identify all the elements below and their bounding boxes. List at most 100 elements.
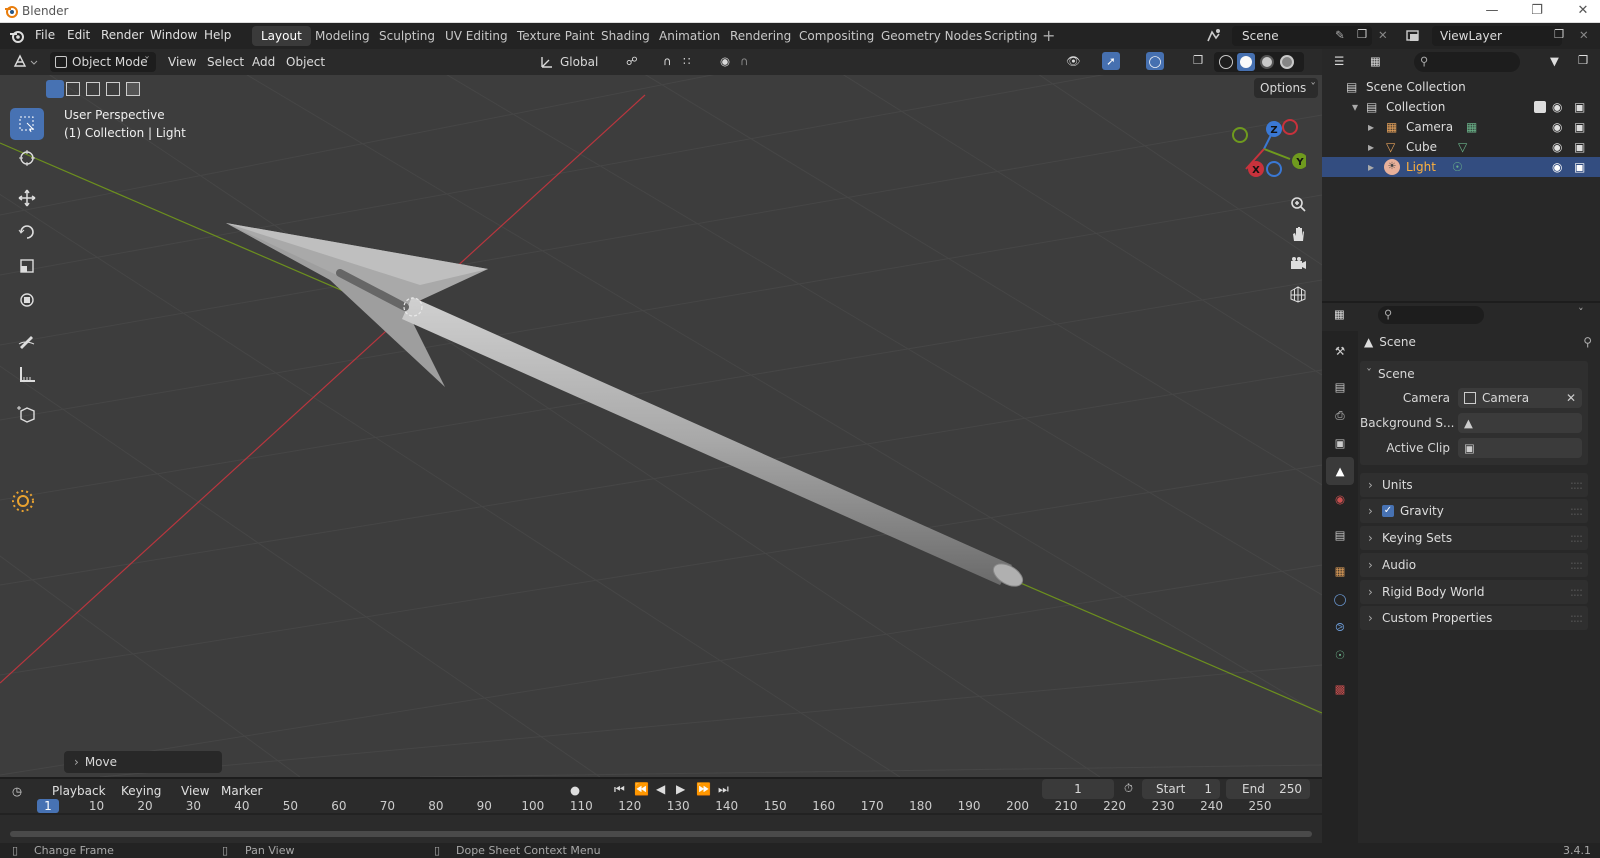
sun-light-icon[interactable]: [10, 488, 36, 514]
panel-keying-sets[interactable]: › Keying Sets::::: [1360, 526, 1588, 550]
viewport-scene[interactable]: [0, 75, 1322, 777]
properties-editor-type-icon[interactable]: ▦: [1334, 307, 1345, 321]
outliner-row-scene-collection[interactable]: ▤ Scene Collection: [1322, 77, 1600, 97]
header-menu-object[interactable]: Object: [286, 55, 325, 69]
scale-tool[interactable]: [10, 250, 44, 282]
visibility-eye-icon[interactable]: 👁: [1066, 54, 1081, 68]
timeline-menu-view[interactable]: View: [181, 784, 209, 798]
gizmo-toggle-icon[interactable]: ➚: [1102, 52, 1120, 70]
prev-keyframe-icon[interactable]: ⏪: [634, 782, 649, 796]
start-frame-field[interactable]: Start 1: [1142, 779, 1220, 799]
select-extend-icon[interactable]: [66, 82, 80, 96]
tab-sculpting[interactable]: Sculpting: [370, 26, 444, 46]
annotate-tool[interactable]: [10, 324, 44, 356]
header-menu-add[interactable]: Add: [252, 55, 275, 69]
rotate-tool[interactable]: [10, 216, 44, 248]
drag-handle-icon[interactable]: ::::: [1570, 526, 1583, 550]
light-data-icon[interactable]: ☉: [1452, 157, 1463, 177]
cursor-tool[interactable]: [10, 142, 44, 174]
stopwatch-icon[interactable]: ⏱: [1124, 781, 1133, 796]
new-scene-icon[interactable]: ❐: [1357, 27, 1367, 41]
last-operator-panel[interactable]: › Move: [64, 751, 222, 773]
timeline-menu-keying[interactable]: Keying: [121, 784, 161, 798]
select-subtract-icon[interactable]: [86, 82, 100, 96]
expand-right-icon[interactable]: ▸: [1368, 137, 1374, 157]
mode-selector[interactable]: Object Mode ˇ: [50, 52, 156, 72]
output-tab-icon[interactable]: ⎙: [1326, 401, 1354, 429]
expand-right-icon[interactable]: ▸: [1368, 117, 1374, 137]
outliner-row-cube[interactable]: ▸ ▽ Cube ▽ ◉ ▣: [1322, 137, 1600, 157]
timeline-menu-playback[interactable]: Playback: [52, 784, 106, 798]
scene-panel-header[interactable]: ˇ Scene: [1366, 363, 1415, 385]
tool-tab-icon[interactable]: ⚒: [1326, 337, 1354, 365]
pin-icon[interactable]: ✎: [1335, 28, 1345, 42]
blender-menu-icon[interactable]: [9, 28, 25, 44]
remove-viewlayer-icon[interactable]: ✕: [1579, 28, 1589, 42]
pin-icon[interactable]: ⚲: [1583, 331, 1592, 353]
chevron-down-icon[interactable]: ˇ: [1578, 306, 1584, 320]
jump-end-icon[interactable]: ⏭: [718, 782, 729, 797]
hide-eye-icon[interactable]: ◉: [1552, 157, 1562, 177]
active-clip-field[interactable]: ▣: [1458, 438, 1582, 458]
tab-animation[interactable]: Animation: [650, 26, 729, 46]
remove-scene-icon[interactable]: ✕: [1378, 28, 1388, 42]
tab-layout[interactable]: Layout: [252, 26, 311, 46]
orientation-selector[interactable]: Global: [536, 52, 614, 72]
panel-rigid-body-world[interactable]: › Rigid Body World::::: [1360, 580, 1588, 604]
restore-icon[interactable]: ❐: [1522, 2, 1552, 20]
clear-x-icon[interactable]: ✕: [1566, 388, 1576, 408]
tab-shading[interactable]: Shading: [592, 26, 659, 46]
outliner-editor-type-icon[interactable]: ☰: [1334, 54, 1344, 68]
tab-rendering[interactable]: Rendering: [721, 26, 800, 46]
texture-tab-icon[interactable]: ▩: [1326, 675, 1354, 703]
camera-view-icon[interactable]: [1284, 250, 1312, 278]
timeline-menu-marker[interactable]: Marker: [221, 784, 262, 798]
viewlayer-icon[interactable]: [1404, 27, 1422, 45]
ortho-grid-icon[interactable]: [1284, 280, 1312, 308]
3d-viewport[interactable]: User Perspective (1) Collection | Light: [0, 75, 1322, 777]
outliner-search-input[interactable]: ⚲: [1414, 52, 1520, 72]
proportional-edit-icon[interactable]: ◉: [720, 54, 730, 68]
navigation-gizmo[interactable]: Z Y X: [1226, 113, 1306, 183]
light-data-tab-icon[interactable]: ☉: [1326, 641, 1354, 669]
scene-tab-icon[interactable]: ▲: [1326, 457, 1354, 485]
header-menu-view[interactable]: View: [168, 55, 196, 69]
measure-tool[interactable]: [10, 358, 44, 390]
record-icon[interactable]: ●: [570, 783, 580, 797]
timeline-editor-type-icon[interactable]: ◷: [12, 784, 22, 798]
drag-handle-icon[interactable]: ::::: [1570, 499, 1583, 523]
tab-modeling[interactable]: Modeling: [306, 26, 379, 46]
display-mode-icon[interactable]: ▦: [1370, 54, 1381, 68]
pan-hand-icon[interactable]: [1284, 220, 1312, 248]
scene-selector[interactable]: Scene: [1232, 26, 1372, 46]
menu-window[interactable]: Window: [150, 28, 197, 42]
mesh-data-icon[interactable]: ▽: [1458, 137, 1467, 157]
viewlayer-selector[interactable]: ViewLayer: [1432, 26, 1562, 46]
drag-handle-icon[interactable]: ::::: [1570, 473, 1583, 497]
filter-icon[interactable]: ▼: [1550, 54, 1559, 68]
play-reverse-icon[interactable]: ◀: [656, 782, 665, 796]
menu-render[interactable]: Render: [101, 28, 144, 42]
solid-shading-icon[interactable]: [1237, 53, 1255, 71]
tab-texture-paint[interactable]: Texture Paint: [508, 26, 603, 46]
panel-gravity[interactable]: › ✓ Gravity::::: [1360, 499, 1588, 523]
panel-custom-properties[interactable]: › Custom Properties::::: [1360, 606, 1588, 630]
background-scene-field[interactable]: ▲: [1458, 413, 1582, 433]
hide-eye-icon[interactable]: ◉: [1552, 117, 1562, 137]
tab-compositing[interactable]: Compositing: [790, 26, 883, 46]
outliner-row-collection[interactable]: ▾ ▤ Collection ◉ ▣: [1322, 97, 1600, 117]
snap-increment-icon[interactable]: ∷: [683, 54, 690, 68]
outliner-row-camera[interactable]: ▸ ▦ Camera ▦ ◉ ▣: [1322, 117, 1600, 137]
current-frame-field[interactable]: 1: [1042, 779, 1114, 799]
render-camera-icon[interactable]: ▣: [1574, 137, 1585, 157]
panel-units[interactable]: › Units::::: [1360, 473, 1588, 497]
properties-search-input[interactable]: ⚲: [1378, 306, 1484, 324]
select-new-icon[interactable]: [46, 80, 64, 98]
transform-tool[interactable]: [10, 284, 44, 316]
tab-uv-editing[interactable]: UV Editing: [436, 26, 517, 46]
options-button[interactable]: Options ˇ: [1254, 78, 1318, 98]
menu-help[interactable]: Help: [204, 28, 231, 42]
menu-file[interactable]: File: [35, 28, 55, 42]
object-tab-icon[interactable]: ▦: [1326, 557, 1354, 585]
play-icon[interactable]: ▶: [676, 782, 685, 796]
